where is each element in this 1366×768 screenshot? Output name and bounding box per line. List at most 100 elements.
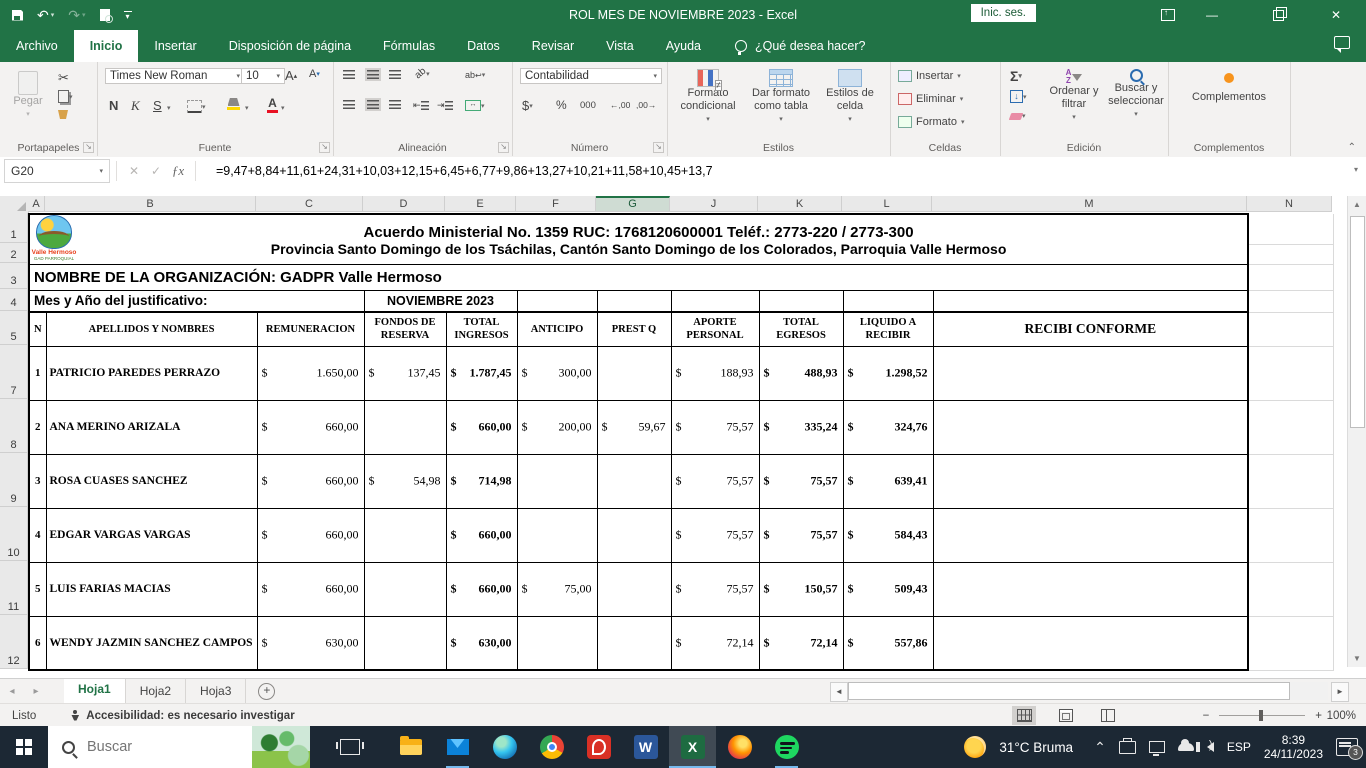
cell-prest[interactable] bbox=[596, 345, 672, 401]
find-select-button[interactable]: Buscar y seleccionar ▾ bbox=[1106, 64, 1166, 121]
minimize-button[interactable]: — bbox=[1190, 0, 1234, 30]
align-right-button[interactable] bbox=[389, 100, 401, 109]
underline-dropdown[interactable]: ▾ bbox=[167, 104, 171, 112]
number-format-combo[interactable]: Contabilidad ▾ bbox=[520, 68, 662, 84]
cell-egresos[interactable]: $150,57 bbox=[758, 561, 844, 617]
cell-rem[interactable]: $1.650,00 bbox=[256, 345, 365, 401]
tray-expand-chevron[interactable]: ⌃ bbox=[1094, 739, 1106, 756]
horizontal-scroll-thumb[interactable] bbox=[848, 682, 1290, 700]
file-explorer-button[interactable] bbox=[387, 726, 434, 768]
cell-total[interactable]: $660,00 bbox=[445, 561, 518, 617]
row-header-2[interactable]: 2 bbox=[0, 243, 28, 263]
cut-button[interactable]: ✂ bbox=[58, 70, 69, 86]
font-dialog-launcher[interactable]: ↘ bbox=[319, 142, 330, 153]
action-center-button[interactable]: 3 bbox=[1336, 738, 1363, 760]
start-button[interactable] bbox=[0, 726, 48, 768]
cell-aporte[interactable]: $72,14 bbox=[670, 615, 760, 671]
cell-prest[interactable] bbox=[596, 507, 672, 563]
sheet-tab-hoja1[interactable]: Hoja1 bbox=[64, 678, 126, 705]
increase-decimal-button[interactable]: ←,00 bbox=[610, 100, 630, 110]
printer-tray-icon[interactable] bbox=[1118, 737, 1136, 754]
cell-number[interactable]: 2 bbox=[28, 399, 47, 455]
fill-color-button[interactable] bbox=[227, 98, 240, 110]
insert-cells-button[interactable]: Insertar ▾ bbox=[898, 70, 961, 82]
cell-prest[interactable] bbox=[596, 561, 672, 617]
insert-function-button[interactable]: ƒx bbox=[167, 163, 189, 179]
cell-rem[interactable]: $630,00 bbox=[256, 615, 365, 671]
cell-empty[interactable] bbox=[932, 289, 1250, 313]
zoom-slider-thumb[interactable] bbox=[1259, 710, 1264, 721]
excel-button[interactable]: X bbox=[669, 726, 716, 768]
cell-aporte[interactable]: $188,93 bbox=[670, 345, 760, 401]
sheet-tab-hoja3[interactable]: Hoja3 bbox=[186, 678, 247, 703]
cell-empty[interactable] bbox=[842, 289, 934, 313]
fill-color-dropdown[interactable]: ▾ bbox=[245, 104, 249, 112]
cell-fondos[interactable] bbox=[363, 561, 447, 617]
cell-empty[interactable] bbox=[758, 289, 844, 313]
align-middle-button[interactable] bbox=[365, 68, 381, 81]
accessibility-status[interactable]: Accesibilidad: es necesario investigar bbox=[70, 709, 295, 722]
cell-egresos[interactable]: $75,57 bbox=[758, 453, 844, 509]
cell-styles-button[interactable]: Estilos de celda ▾ bbox=[819, 64, 881, 126]
weather-widget[interactable]: 31°C Bruma bbox=[999, 740, 1073, 755]
cell-liquido[interactable]: $509,43 bbox=[842, 561, 934, 617]
column-header-F[interactable]: F bbox=[516, 196, 596, 212]
ribbon-tab-disposicion-de-pagina[interactable]: Disposición de página bbox=[213, 30, 367, 62]
sign-in-button[interactable]: Inic. ses. bbox=[970, 4, 1036, 22]
language-indicator[interactable]: ESP bbox=[1227, 740, 1251, 754]
merge-center-button[interactable]: ↔ ▾ bbox=[465, 100, 485, 111]
format-as-table-button[interactable]: Dar formato como tabla ▾ bbox=[745, 64, 817, 126]
cell-anticipo[interactable] bbox=[516, 615, 598, 671]
normal-view-button[interactable] bbox=[1012, 706, 1036, 725]
cell-egresos[interactable]: $72,14 bbox=[758, 615, 844, 671]
cell-total[interactable]: $630,00 bbox=[445, 615, 518, 671]
cell-recibi-conforme[interactable] bbox=[932, 345, 1250, 401]
cell-total[interactable]: $714,98 bbox=[445, 453, 518, 509]
page-layout-view-button[interactable] bbox=[1054, 706, 1078, 725]
cell-empty[interactable] bbox=[1248, 214, 1334, 245]
cell-anticipo[interactable] bbox=[516, 453, 598, 509]
row-header-4[interactable]: 4 bbox=[0, 289, 28, 311]
column-header-G[interactable]: G bbox=[596, 196, 670, 212]
cell-empty[interactable] bbox=[596, 289, 672, 313]
column-title-3[interactable]: FONDOS DE RESERVA bbox=[363, 311, 447, 347]
row-header-5[interactable]: 5 bbox=[0, 311, 28, 345]
cell-empty[interactable] bbox=[1248, 562, 1334, 617]
pdf-reader-button[interactable] bbox=[575, 726, 622, 768]
cell-liquido[interactable]: $639,41 bbox=[842, 453, 934, 509]
cell-prest[interactable] bbox=[596, 615, 672, 671]
row-header-11[interactable]: 11 bbox=[0, 561, 28, 615]
cell-empty[interactable] bbox=[1248, 508, 1334, 563]
orientation-button[interactable]: ab ▾ bbox=[413, 66, 430, 82]
ribbon-tab-insertar[interactable]: Insertar bbox=[138, 30, 212, 62]
cell-empty[interactable] bbox=[1248, 244, 1334, 265]
column-title-1[interactable]: APELLIDOS Y NOMBRES bbox=[45, 311, 258, 347]
cell-name[interactable]: ANA MERINO ARIZALA bbox=[45, 399, 258, 455]
network-tray-icon[interactable] bbox=[1148, 741, 1165, 756]
cell-empty[interactable] bbox=[1248, 290, 1334, 313]
cell-liquido[interactable]: $324,76 bbox=[842, 399, 934, 455]
sheet-tab-hoja2[interactable]: Hoja2 bbox=[126, 678, 187, 703]
cell-anticipo[interactable]: $200,00 bbox=[516, 399, 598, 455]
column-header-N[interactable]: N bbox=[1247, 196, 1332, 212]
column-title-4[interactable]: TOTAL INGRESOS bbox=[445, 311, 518, 347]
align-top-button[interactable] bbox=[343, 70, 355, 79]
period-label-cell[interactable]: Mes y Año del justificativo: bbox=[28, 289, 365, 313]
column-title-8[interactable]: TOTAL EGRESOS bbox=[758, 311, 844, 347]
borders-button[interactable]: ▾ bbox=[187, 100, 206, 113]
onedrive-tray-icon[interactable] bbox=[1177, 739, 1194, 751]
alignment-dialog-launcher[interactable]: ↘ bbox=[498, 142, 509, 153]
decrease-indent-button[interactable]: ⇤ bbox=[413, 100, 429, 111]
clock[interactable]: 8:39 24/11/2023 bbox=[1264, 733, 1323, 761]
cell-recibi-conforme[interactable] bbox=[932, 399, 1250, 455]
scroll-up-arrow[interactable]: ▲ bbox=[1348, 196, 1366, 213]
cell-fondos[interactable]: $54,98 bbox=[363, 453, 447, 509]
column-title-0[interactable]: N bbox=[28, 311, 47, 347]
cell-name[interactable]: LUIS FARIAS MACIAS bbox=[45, 561, 258, 617]
italic-button[interactable]: K bbox=[131, 98, 140, 114]
task-view-button[interactable] bbox=[326, 726, 373, 768]
paste-button[interactable]: Pegar ▾ bbox=[8, 66, 48, 121]
cell-empty[interactable] bbox=[670, 289, 760, 313]
align-bottom-button[interactable] bbox=[389, 70, 401, 79]
column-header-A[interactable]: A bbox=[28, 196, 45, 212]
